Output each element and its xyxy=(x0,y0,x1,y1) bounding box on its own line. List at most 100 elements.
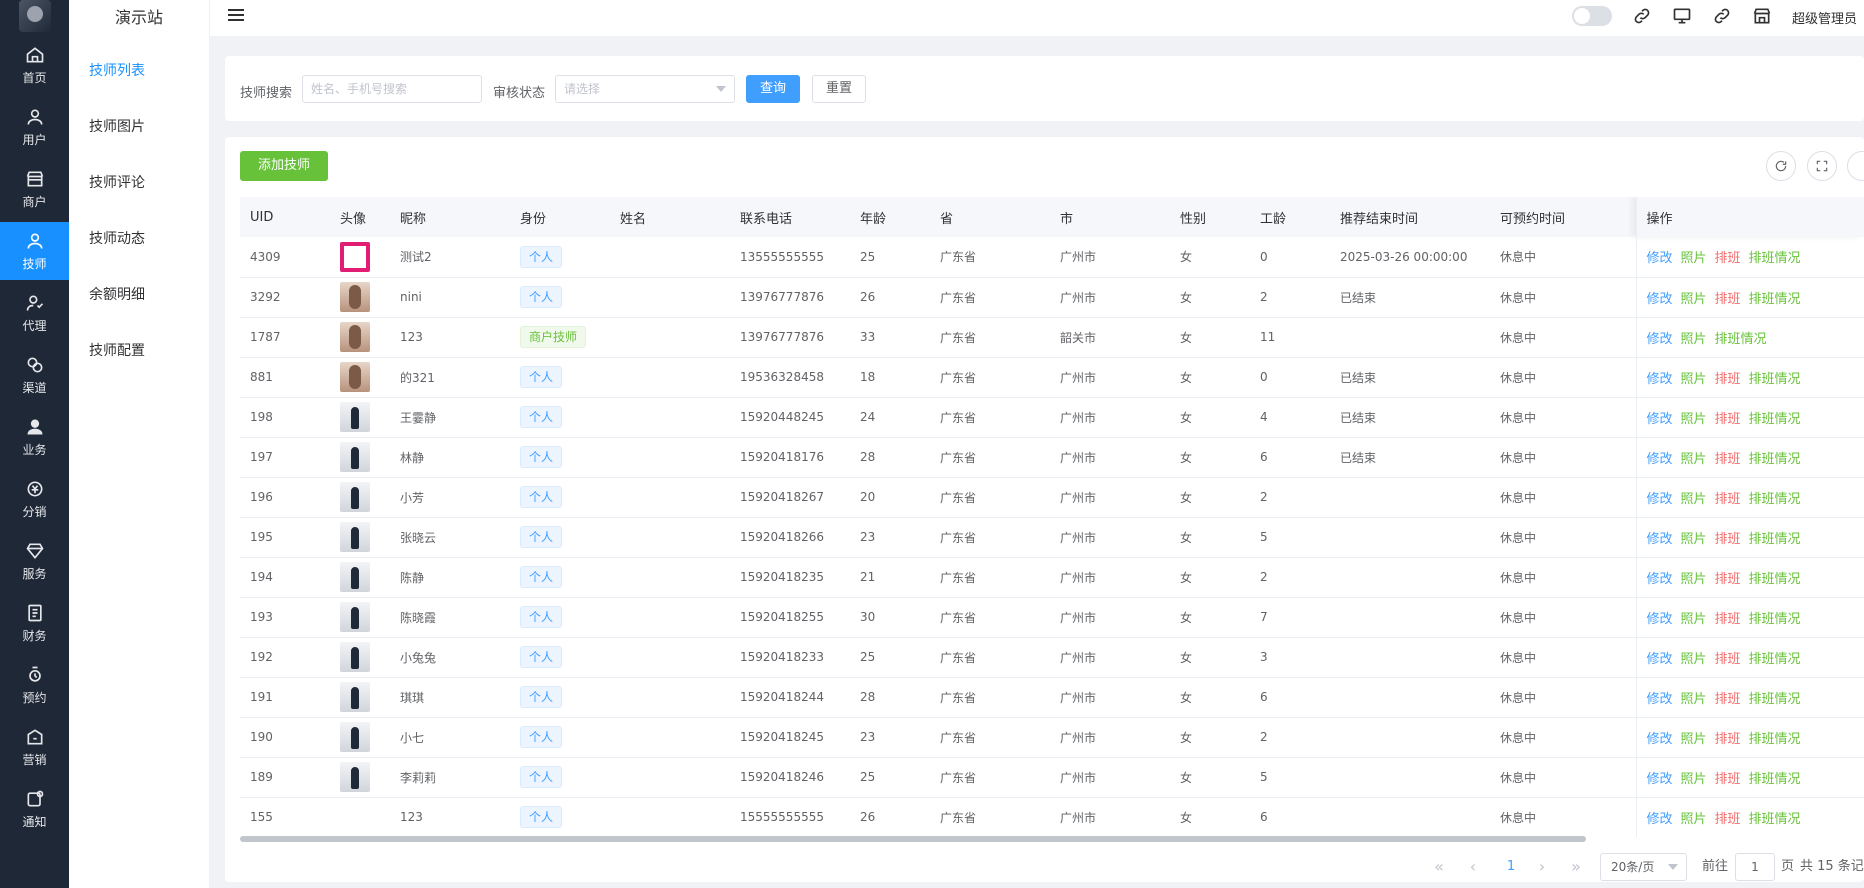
edit-link[interactable]: 修改 xyxy=(1647,412,1673,427)
schedule-link[interactable]: 排班 xyxy=(1715,292,1741,307)
edit-link[interactable]: 修改 xyxy=(1647,732,1673,747)
schedule-status-link[interactable]: 排班情况 xyxy=(1749,572,1801,587)
photo-link[interactable]: 照片 xyxy=(1681,812,1707,827)
rail-item-11[interactable]: 营销 xyxy=(0,718,69,776)
rail-item-6[interactable]: 业务 xyxy=(0,408,69,466)
technician-avatar[interactable] xyxy=(340,722,370,752)
subnav-item-0[interactable]: 技师列表 xyxy=(89,60,145,80)
technician-avatar[interactable] xyxy=(340,362,370,392)
edit-link[interactable]: 修改 xyxy=(1647,292,1673,307)
monitor-icon[interactable] xyxy=(1672,6,1692,26)
photo-link[interactable]: 照片 xyxy=(1681,572,1707,587)
technician-avatar[interactable] xyxy=(340,802,370,832)
schedule-status-link[interactable]: 排班情况 xyxy=(1749,372,1801,387)
rail-item-10[interactable]: 预约 xyxy=(0,656,69,714)
rail-item-9[interactable]: 财务 xyxy=(0,594,69,652)
schedule-link[interactable]: 排班 xyxy=(1715,612,1741,627)
schedule-link[interactable]: 排班 xyxy=(1715,812,1741,827)
schedule-link[interactable]: 排班 xyxy=(1715,412,1741,427)
technician-avatar[interactable] xyxy=(340,282,370,312)
photo-link[interactable]: 照片 xyxy=(1681,772,1707,787)
edit-link[interactable]: 修改 xyxy=(1647,612,1673,627)
fullscreen-icon[interactable] xyxy=(1807,151,1837,181)
schedule-status-link[interactable]: 排班情况 xyxy=(1749,652,1801,667)
photo-link[interactable]: 照片 xyxy=(1681,612,1707,627)
schedule-status-link[interactable]: 排班情况 xyxy=(1749,692,1801,707)
schedule-status-link[interactable]: 排班情况 xyxy=(1749,612,1801,627)
schedule-link[interactable]: 排班 xyxy=(1715,772,1741,787)
theme-toggle[interactable] xyxy=(1572,6,1612,26)
schedule-status-link[interactable]: 排班情况 xyxy=(1749,532,1801,547)
rail-item-8[interactable]: 服务 xyxy=(0,532,69,590)
photo-link[interactable]: 照片 xyxy=(1681,292,1707,307)
schedule-status-link[interactable]: 排班情况 xyxy=(1715,332,1767,347)
schedule-status-link[interactable]: 排班情况 xyxy=(1749,732,1801,747)
shop-icon[interactable] xyxy=(1752,6,1772,26)
schedule-status-link[interactable]: 排班情况 xyxy=(1749,812,1801,827)
technician-avatar[interactable] xyxy=(340,522,370,552)
technician-avatar[interactable] xyxy=(340,241,370,272)
reset-button[interactable]: 重置 xyxy=(812,75,866,103)
edit-link[interactable]: 修改 xyxy=(1647,251,1673,266)
subnav-item-4[interactable]: 余额明细 xyxy=(89,284,145,304)
refresh-icon[interactable] xyxy=(1766,151,1796,181)
edit-link[interactable]: 修改 xyxy=(1647,372,1673,387)
next-page-icon[interactable]: › xyxy=(1532,853,1552,881)
photo-link[interactable]: 照片 xyxy=(1681,452,1707,467)
rail-item-5[interactable]: 渠道 xyxy=(0,346,69,404)
technician-avatar[interactable] xyxy=(340,682,370,712)
edit-link[interactable]: 修改 xyxy=(1647,452,1673,467)
admin-username[interactable]: 超级管理员 xyxy=(1792,8,1857,27)
edit-link[interactable]: 修改 xyxy=(1647,812,1673,827)
technician-avatar[interactable] xyxy=(340,562,370,592)
schedule-status-link[interactable]: 排班情况 xyxy=(1749,452,1801,467)
subnav-item-3[interactable]: 技师动态 xyxy=(89,228,145,248)
first-page-icon[interactable]: « xyxy=(1429,853,1449,881)
status-select[interactable]: 请选择 xyxy=(555,75,735,103)
technician-avatar[interactable] xyxy=(340,762,370,792)
rail-item-1[interactable]: 用户 xyxy=(0,98,69,156)
last-page-icon[interactable]: » xyxy=(1566,853,1586,881)
rail-item-0[interactable]: 首页 xyxy=(0,36,69,94)
subnav-item-2[interactable]: 技师评论 xyxy=(89,172,145,192)
schedule-link[interactable]: 排班 xyxy=(1715,692,1741,707)
schedule-link[interactable]: 排班 xyxy=(1715,532,1741,547)
edit-link[interactable]: 修改 xyxy=(1647,772,1673,787)
photo-link[interactable]: 照片 xyxy=(1681,372,1707,387)
technician-avatar[interactable] xyxy=(340,482,370,512)
subnav-item-5[interactable]: 技师配置 xyxy=(89,340,145,360)
horizontal-scrollbar[interactable] xyxy=(240,836,1586,842)
schedule-link[interactable]: 排班 xyxy=(1715,492,1741,507)
edit-link[interactable]: 修改 xyxy=(1647,532,1673,547)
technician-avatar[interactable] xyxy=(340,602,370,632)
rail-item-2[interactable]: 商户 xyxy=(0,160,69,218)
schedule-link[interactable]: 排班 xyxy=(1715,572,1741,587)
rail-item-4[interactable]: 代理 xyxy=(0,284,69,342)
tech-search-input[interactable]: 姓名、手机号搜索 xyxy=(302,75,482,103)
photo-link[interactable]: 照片 xyxy=(1681,332,1707,347)
schedule-status-link[interactable]: 排班情况 xyxy=(1749,492,1801,507)
hamburger-menu-icon[interactable] xyxy=(228,9,244,23)
photo-link[interactable]: 照片 xyxy=(1681,532,1707,547)
technician-avatar[interactable] xyxy=(340,322,370,352)
prev-page-icon[interactable]: ‹ xyxy=(1463,853,1483,881)
photo-link[interactable]: 照片 xyxy=(1681,732,1707,747)
rail-item-3[interactable]: 技师 xyxy=(0,222,69,280)
rail-item-7[interactable]: 分销 xyxy=(0,470,69,528)
schedule-link[interactable]: 排班 xyxy=(1715,452,1741,467)
photo-link[interactable]: 照片 xyxy=(1681,251,1707,266)
schedule-link[interactable]: 排班 xyxy=(1715,652,1741,667)
edit-link[interactable]: 修改 xyxy=(1647,332,1673,347)
page-size-select[interactable]: 20条/页 xyxy=(1600,853,1687,881)
column-settings-icon[interactable] xyxy=(1847,151,1864,181)
photo-link[interactable]: 照片 xyxy=(1681,492,1707,507)
user-avatar[interactable] xyxy=(18,0,51,32)
technician-avatar[interactable] xyxy=(340,402,370,432)
link-icon[interactable] xyxy=(1632,6,1652,26)
technician-avatar[interactable] xyxy=(340,442,370,472)
schedule-link[interactable]: 排班 xyxy=(1715,372,1741,387)
photo-link[interactable]: 照片 xyxy=(1681,692,1707,707)
schedule-status-link[interactable]: 排班情况 xyxy=(1749,292,1801,307)
subnav-item-1[interactable]: 技师图片 xyxy=(89,116,145,136)
edit-link[interactable]: 修改 xyxy=(1647,492,1673,507)
